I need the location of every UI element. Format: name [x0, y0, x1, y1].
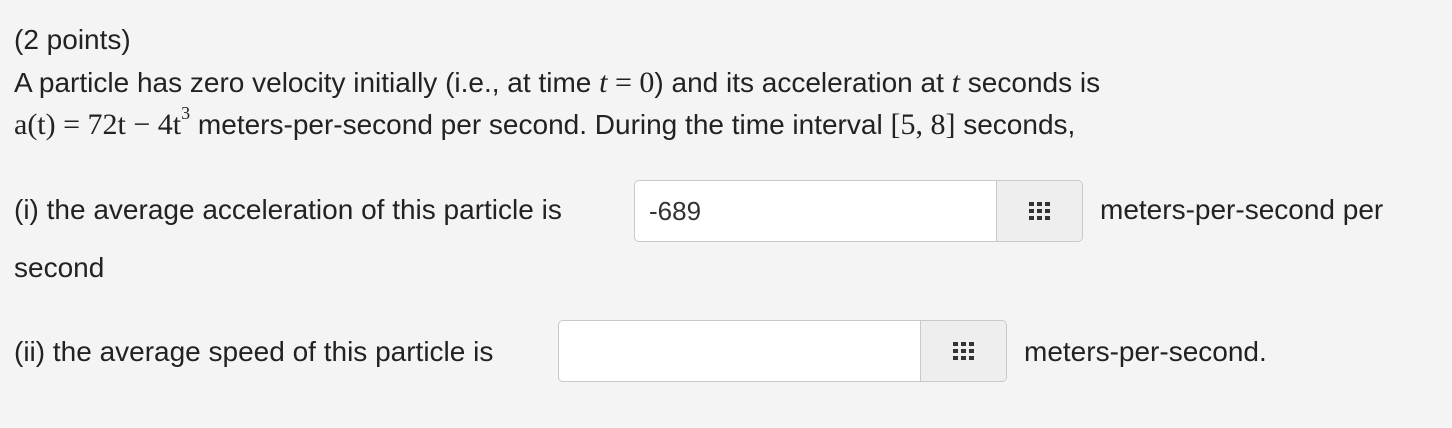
- problem-line-1: A particle has zero velocity initially (…: [14, 66, 1100, 100]
- problem-text: meters-per-second per second. During the…: [197, 109, 883, 140]
- problem-text: A particle has zero velocity initially (…: [14, 67, 592, 98]
- answer-box-2: [558, 320, 1007, 382]
- answer-input-1[interactable]: [635, 181, 997, 241]
- grid-icon: [1028, 202, 1050, 220]
- answer-input-2[interactable]: [559, 321, 921, 381]
- part-2-prompt: (ii) the average speed of this particle …: [14, 336, 494, 367]
- acceleration-formula: a(t) = 72t − 4t3: [14, 103, 191, 141]
- problem-text: ) and its acceleration at: [654, 67, 944, 98]
- equation-editor-button-2[interactable]: [920, 321, 1006, 381]
- points-label: (2 points): [14, 24, 131, 55]
- problem-text: seconds,: [963, 109, 1076, 140]
- part-1-units-continued: second: [14, 252, 105, 283]
- answer-box-1: [634, 180, 1083, 242]
- part-1-units: meters-per-second per: [1100, 194, 1384, 225]
- math-expression: t: [951, 66, 961, 99]
- equation-editor-button-1[interactable]: [996, 181, 1082, 241]
- part-1-prompt: (i) the average acceleration of this par…: [14, 194, 562, 225]
- math-expression: t = 0: [599, 66, 655, 99]
- problem-line-2: a(t) = 72t − 4t3 meters-per-second per s…: [14, 103, 1076, 142]
- problem-text: seconds is: [967, 67, 1101, 98]
- time-interval: [5, 8]: [890, 108, 956, 141]
- part-2-units: meters-per-second.: [1024, 336, 1267, 367]
- grid-icon: [952, 342, 974, 360]
